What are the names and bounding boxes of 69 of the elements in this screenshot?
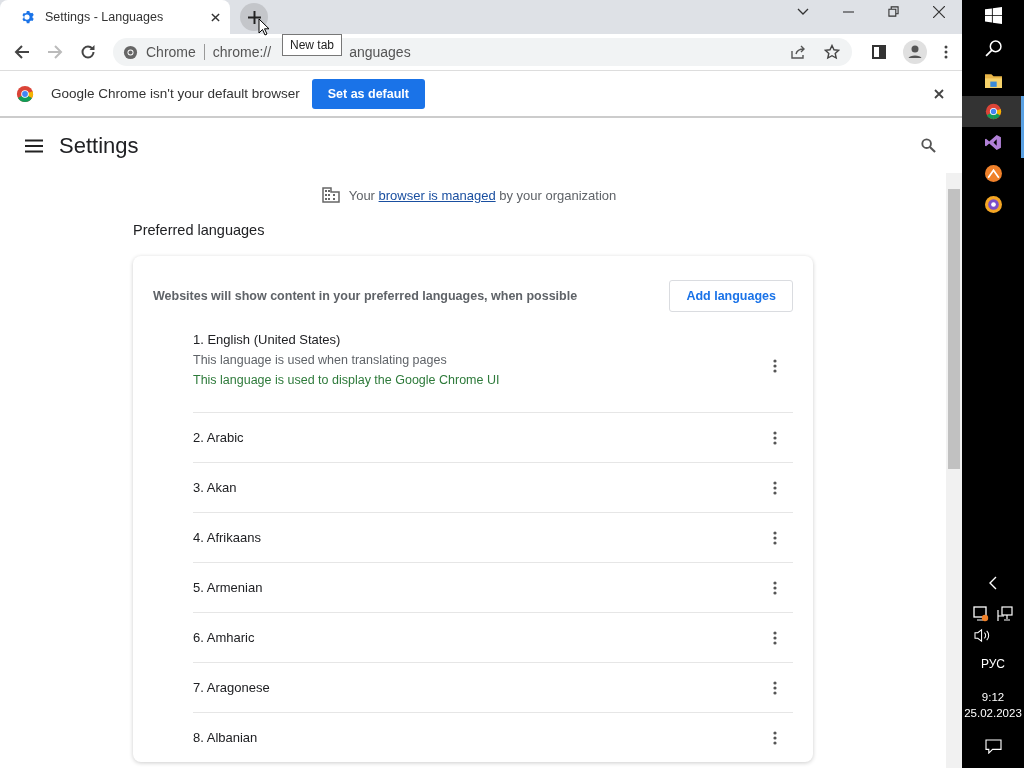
card-description: Websites will show content in your preferred languages, when possible <box>153 289 578 303</box>
managed-notice: Your browser is managed by your organization <box>348 187 617 203</box>
star-icon[interactable] <box>824 44 840 60</box>
more-options-icon[interactable] <box>773 730 777 745</box>
set-default-button[interactable]: Set as default <box>311 78 425 109</box>
profile-avatar-icon[interactable] <box>903 40 927 64</box>
more-options-icon[interactable] <box>773 430 777 445</box>
infobar-message: Google Chrome isn't your default browser <box>51 86 300 101</box>
windows-logo-icon[interactable] <box>984 7 1002 24</box>
network-icon[interactable] <box>997 606 1013 622</box>
search-icon[interactable] <box>921 138 936 153</box>
close-icon[interactable] <box>934 88 944 99</box>
scrollbar[interactable] <box>946 173 962 768</box>
more-options-icon[interactable] <box>773 580 777 595</box>
browser-tab[interactable]: Settings - Languages <box>0 0 230 34</box>
more-options-icon[interactable] <box>773 359 777 373</box>
language-name: 6. Amharic <box>193 630 256 645</box>
more-options-icon[interactable] <box>773 530 777 545</box>
building-icon <box>321 187 340 203</box>
input-language[interactable]: РУС <box>981 657 1005 671</box>
search-icon[interactable] <box>984 40 1002 57</box>
language-name: 2. Arabic <box>193 430 245 445</box>
menu-dots-icon[interactable] <box>944 45 948 59</box>
reload-icon[interactable] <box>80 44 96 60</box>
ring-logo-icon <box>984 196 1002 213</box>
url-text: anguages <box>349 44 411 60</box>
clock-time[interactable]: 9:12 <box>981 691 1005 703</box>
mouse-cursor-icon <box>258 18 270 36</box>
language-note: This language is used to display the Google Chrome UI <box>193 373 501 387</box>
language-note: This language is used when translating pages <box>193 353 448 367</box>
chrome-logo-icon <box>123 44 138 60</box>
app-logo-icon <box>984 165 1002 182</box>
add-languages-button[interactable]: Add languages <box>669 280 793 312</box>
close-window-icon[interactable] <box>933 5 945 18</box>
chrome-logo-icon <box>16 84 34 103</box>
tab-search-icon[interactable] <box>797 7 809 16</box>
chevron-left-icon[interactable] <box>989 576 997 590</box>
language-name: 8. Albanian <box>193 730 259 745</box>
share-icon[interactable] <box>790 44 806 60</box>
more-options-icon[interactable] <box>773 630 777 645</box>
url-text: chrome:// <box>212 44 272 60</box>
language-name: 5. Armenian <box>193 580 264 595</box>
minimize-icon[interactable] <box>843 10 854 13</box>
site-label: Chrome <box>146 44 196 60</box>
monitor-badge-icon[interactable] <box>973 606 989 622</box>
menu-icon[interactable] <box>25 138 43 153</box>
language-name: 4. Afrikaans <box>193 530 262 545</box>
taskbar-app[interactable] <box>962 96 1024 127</box>
more-options-icon[interactable] <box>773 480 777 495</box>
clock-date[interactable]: 25.02.2023 <box>964 707 1022 719</box>
gear-icon <box>21 10 35 24</box>
notification-icon[interactable] <box>984 739 1002 754</box>
managed-link[interactable]: browser is managed <box>378 187 496 203</box>
plus-icon <box>247 10 261 24</box>
language-name: 7. Aragonese <box>193 680 271 695</box>
more-options-icon[interactable] <box>773 680 777 695</box>
folder-icon <box>984 73 1002 88</box>
tooltip: New tab <box>282 34 343 56</box>
language-name: 3. Akan <box>193 480 238 495</box>
chrome-logo-icon <box>984 103 1002 120</box>
infinity-logo-icon <box>984 134 1002 151</box>
restore-icon[interactable] <box>888 6 899 17</box>
speaker-icon[interactable] <box>973 628 991 643</box>
page-title: Settings <box>59 132 139 159</box>
side-panel-icon[interactable] <box>872 45 886 59</box>
close-icon[interactable] <box>211 12 220 22</box>
back-arrow-icon[interactable] <box>14 44 30 60</box>
section-title: Preferred languages <box>133 222 266 238</box>
language-name: 1. English (United States) <box>193 332 342 347</box>
